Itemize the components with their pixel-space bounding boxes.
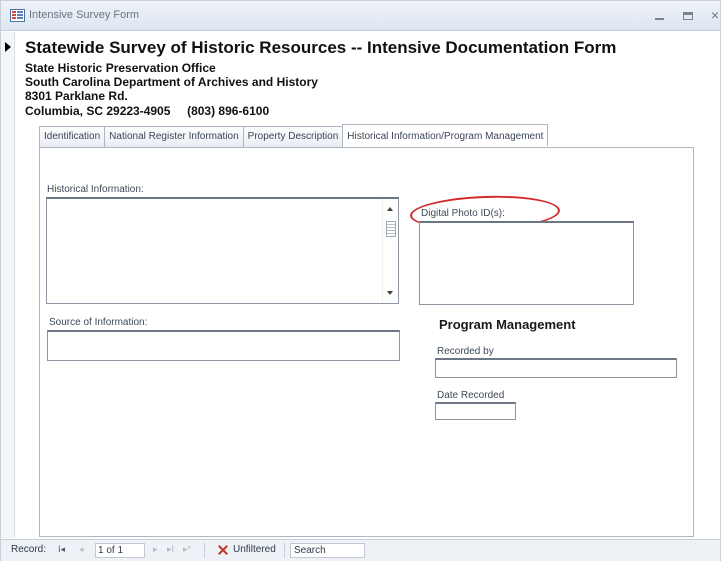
first-record-icon[interactable]: I◂ xyxy=(58,544,65,555)
tab-identification[interactable]: Identification xyxy=(39,126,106,147)
filter-status-button[interactable]: Unfiltered xyxy=(233,544,276,555)
next-record-icon[interactable]: ▸ xyxy=(153,544,158,555)
new-record-icon[interactable]: ▸* xyxy=(183,544,191,555)
office-name: State Historic Preservation Office xyxy=(25,61,216,75)
city-phone: Columbia, SC 29223-4905 (803) 896-6100 xyxy=(25,104,270,118)
scroll-down-icon[interactable] xyxy=(387,291,393,295)
status-separator xyxy=(284,543,285,558)
record-selector[interactable] xyxy=(1,32,15,538)
tab-strip: Identification National Register Informa… xyxy=(39,124,549,147)
record-position-input[interactable]: 1 of 1 xyxy=(95,543,145,558)
minimize-button[interactable] xyxy=(646,5,672,25)
title-bar: Intensive Survey Form × xyxy=(1,1,720,31)
program-management-heading: Program Management xyxy=(439,317,576,332)
search-input[interactable]: Search xyxy=(290,543,365,558)
street-address: 8301 Parklane Rd. xyxy=(25,89,128,103)
last-record-icon[interactable]: ▸I xyxy=(167,544,174,555)
tab-national-register-information[interactable]: National Register Information xyxy=(104,126,244,147)
tab-historical-information-program-management[interactable]: Historical Information/Program Managemen… xyxy=(342,124,549,146)
tab-property-description[interactable]: Property Description xyxy=(242,126,344,147)
maximize-icon xyxy=(683,12,693,20)
status-separator xyxy=(204,543,205,558)
filter-icon xyxy=(217,544,229,556)
historical-information-label: Historical Information: xyxy=(47,184,144,195)
source-of-information-label: Source of Information: xyxy=(49,317,148,328)
historical-information-scrollbar[interactable] xyxy=(382,199,398,303)
window-title: Intensive Survey Form xyxy=(29,9,140,21)
form-icon xyxy=(10,9,25,22)
record-navigation-bar: Record: I◂ ◂ 1 of 1 ▸ ▸I ▸* Unfiltered S… xyxy=(1,539,720,561)
historical-information-field[interactable] xyxy=(46,197,399,304)
date-recorded-label: Date Recorded xyxy=(437,390,505,401)
source-of-information-field[interactable] xyxy=(47,330,400,361)
previous-record-icon[interactable]: ◂ xyxy=(79,544,84,555)
form-title: Statewide Survey of Historic Resources -… xyxy=(25,38,617,57)
scroll-up-icon[interactable] xyxy=(387,207,393,211)
maximize-button[interactable] xyxy=(675,5,701,25)
access-form-window: Intensive Survey Form × Statewide Survey… xyxy=(0,0,721,561)
recorded-by-label: Recorded by xyxy=(437,346,494,357)
recorded-by-field[interactable] xyxy=(435,358,677,378)
record-label: Record: xyxy=(11,544,47,555)
current-record-arrow-icon xyxy=(5,42,11,52)
scroll-thumb[interactable] xyxy=(386,221,396,237)
close-button[interactable]: × xyxy=(702,5,721,25)
date-recorded-field[interactable] xyxy=(435,402,516,420)
department-name: South Carolina Department of Archives an… xyxy=(25,75,318,89)
digital-photo-id-field[interactable] xyxy=(419,221,634,305)
minimize-icon xyxy=(654,18,664,20)
